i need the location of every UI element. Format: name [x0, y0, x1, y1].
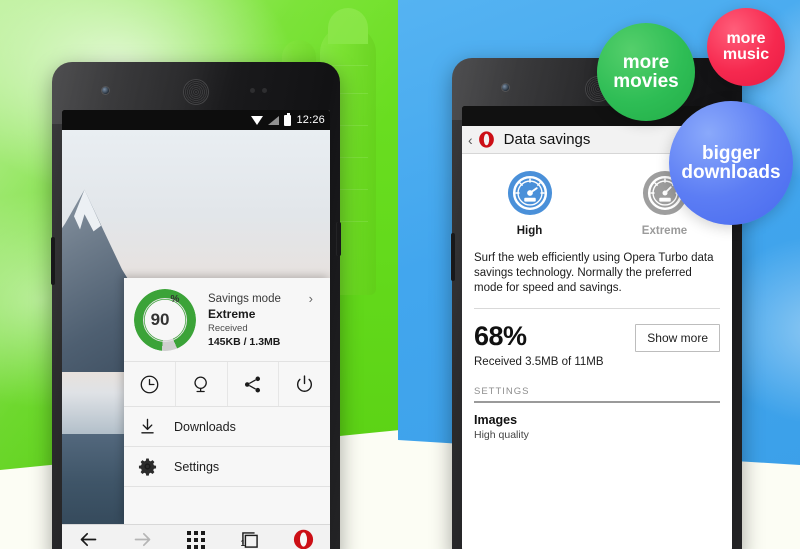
opera-menu-panel: 90% Savings mode Extreme Received 145KB …: [124, 278, 330, 524]
menu-filler: [124, 486, 330, 524]
savings-received-value: 145KB / 1.3MB: [208, 335, 281, 348]
setting-item-title: Images: [474, 412, 518, 427]
bubble-more-movies-line1: more: [622, 51, 670, 73]
find-in-page-button[interactable]: [176, 362, 228, 406]
savings-percent: 68%: [474, 321, 527, 351]
mode-label-extreme: Extreme: [641, 225, 688, 237]
savings-stats: 68% Show more: [462, 309, 732, 352]
front-camera-icon: [102, 87, 109, 94]
speed-dial-button[interactable]: [174, 525, 218, 549]
signal-icon: [268, 115, 280, 125]
grid-icon: [186, 530, 205, 549]
quick-action-row: [124, 361, 330, 406]
share-button[interactable]: [228, 362, 280, 406]
tabs-count: 1: [240, 538, 246, 548]
savings-received-label: Received: [208, 322, 248, 334]
bubble-bigger-downloads-line2: downloads: [681, 162, 781, 183]
exit-button[interactable]: [279, 362, 330, 406]
bubble-more-music-line1: more: [726, 29, 766, 47]
savings-mode-row[interactable]: 90% Savings mode Extreme Received 145KB …: [124, 278, 330, 361]
download-icon: [141, 418, 154, 434]
menu-item-settings[interactable]: Settings: [124, 446, 330, 486]
share-icon: [245, 376, 261, 392]
bubble-bigger-downloads: bigger downloads: [669, 101, 793, 225]
battery-icon: [284, 112, 292, 126]
received-summary: Received 3.5MB of 11MB: [474, 356, 604, 368]
mode-description: Surf the web efficiently using Opera Tur…: [474, 252, 714, 294]
setting-item-images[interactable]: Images High quality: [462, 403, 732, 442]
bubble-more-movies: more movies: [597, 23, 695, 121]
mode-label-high: High: [516, 225, 543, 237]
history-button[interactable]: [124, 362, 176, 406]
light-sensor-icon: [262, 88, 267, 93]
bubble-more-music-line2: music: [722, 46, 770, 63]
bubble-more-movies-line2: movies: [613, 71, 679, 92]
opera-menu-button[interactable]: [281, 525, 325, 549]
browser-nav-bar: 1: [62, 524, 330, 549]
savings-mode-title: Savings mode: [208, 292, 281, 305]
power-icon: [297, 374, 313, 392]
bubble-bigger-downloads-line1: bigger: [701, 142, 761, 164]
gear-icon: [138, 458, 157, 476]
settings-section-header: SETTINGS: [474, 386, 530, 397]
left-phone-device: 12:26 90% Savings mode Extreme Received …: [51, 62, 341, 549]
savings-ring-percent-symbol: %: [170, 294, 180, 305]
savings-ring-gauge: 90%: [134, 289, 196, 351]
page-title: Data savings: [503, 131, 591, 148]
back-button[interactable]: [67, 525, 111, 549]
speedometer-icon: [507, 170, 552, 216]
status-clock: 12:26: [296, 114, 325, 126]
forward-button[interactable]: [120, 525, 164, 549]
wifi-icon: [251, 115, 264, 125]
proximity-sensor-icon: [250, 88, 255, 93]
earpiece-speaker-icon: [183, 79, 209, 105]
back-chevron-icon[interactable]: ‹: [468, 132, 473, 148]
mode-option-high[interactable]: High: [462, 170, 597, 237]
left-phone-screen: 12:26 90% Savings mode Extreme Received …: [62, 110, 330, 549]
chevron-right-icon: ›: [308, 291, 313, 306]
promo-image: 12:26 90% Savings mode Extreme Received …: [0, 0, 800, 549]
menu-item-settings-label: Settings: [174, 459, 220, 474]
show-more-button[interactable]: Show more: [635, 324, 720, 352]
front-camera-icon: [502, 84, 509, 91]
power-button[interactable]: [337, 222, 341, 256]
tabs-button[interactable]: 1: [228, 525, 272, 549]
volume-button[interactable]: [51, 237, 55, 285]
setting-item-subtitle: High quality: [474, 428, 529, 441]
menu-item-downloads[interactable]: Downloads: [124, 406, 330, 446]
arrow-left-icon: [80, 532, 97, 547]
opera-logo-icon: [293, 529, 313, 549]
history-icon: [140, 375, 159, 393]
android-status-bar: 12:26: [62, 110, 330, 130]
volume-button[interactable]: [451, 233, 455, 281]
arrow-right-icon: [134, 532, 151, 547]
menu-item-downloads-label: Downloads: [174, 419, 236, 434]
find-in-page-icon: [193, 375, 207, 392]
bubble-more-music: more music: [707, 8, 785, 86]
savings-ring-percent: 90: [150, 310, 170, 329]
savings-mode-value: Extreme: [208, 306, 256, 321]
opera-logo-icon: [478, 131, 494, 148]
